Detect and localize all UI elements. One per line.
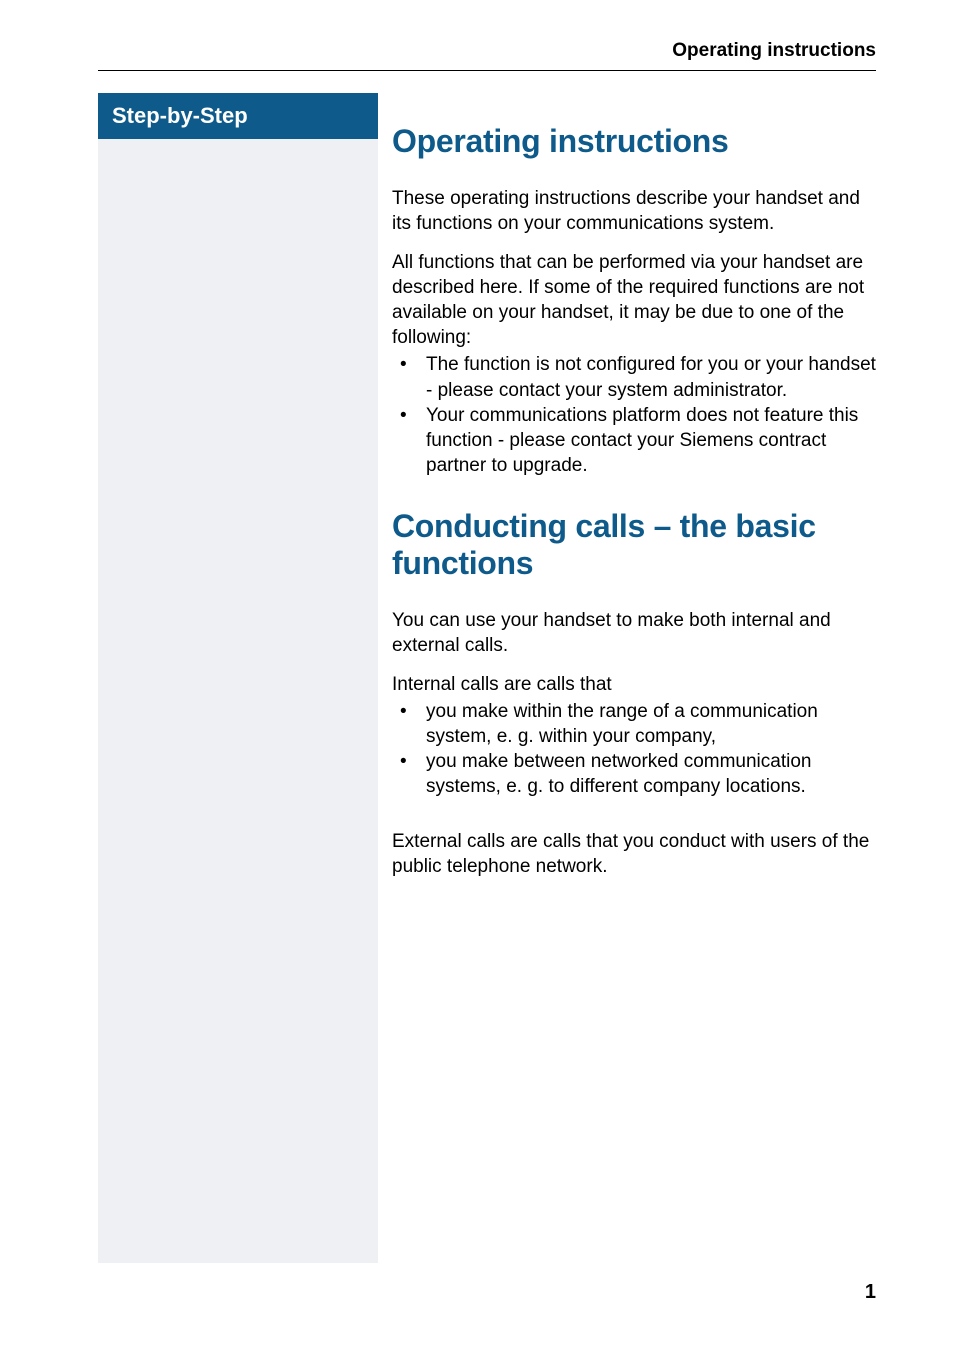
intro-paragraph-2: All functions that can be performed via … [392, 250, 876, 350]
list-item: you make within the range of a communica… [392, 699, 876, 749]
sidebar: Step-by-Step [98, 93, 378, 1263]
content-area: Operating instructions These operating i… [378, 93, 876, 1263]
list-item: Your communications platform does not fe… [392, 403, 876, 478]
reasons-list: The function is not configured for you o… [392, 352, 876, 477]
paragraph-internal-intro: Internal calls are calls that [392, 672, 876, 697]
internal-calls-list: you make within the range of a communica… [392, 699, 876, 799]
paragraph-calls-intro: You can use your handset to make both in… [392, 608, 876, 658]
page-number: 1 [865, 1281, 876, 1304]
heading-conducting-calls: Conducting calls – the basic functions [392, 508, 876, 582]
paragraph-external-calls: External calls are calls that you conduc… [392, 829, 876, 879]
sidebar-title: Step-by-Step [98, 93, 378, 139]
main-layout: Step-by-Step Operating instructions Thes… [98, 93, 876, 1263]
list-item: you make between networked communication… [392, 749, 876, 799]
intro-paragraph-1: These operating instructions describe yo… [392, 186, 876, 236]
list-item: The function is not configured for you o… [392, 352, 876, 402]
heading-operating-instructions: Operating instructions [392, 123, 876, 160]
page: Operating instructions Step-by-Step Oper… [0, 0, 954, 1352]
running-title: Operating instructions [98, 40, 876, 71]
